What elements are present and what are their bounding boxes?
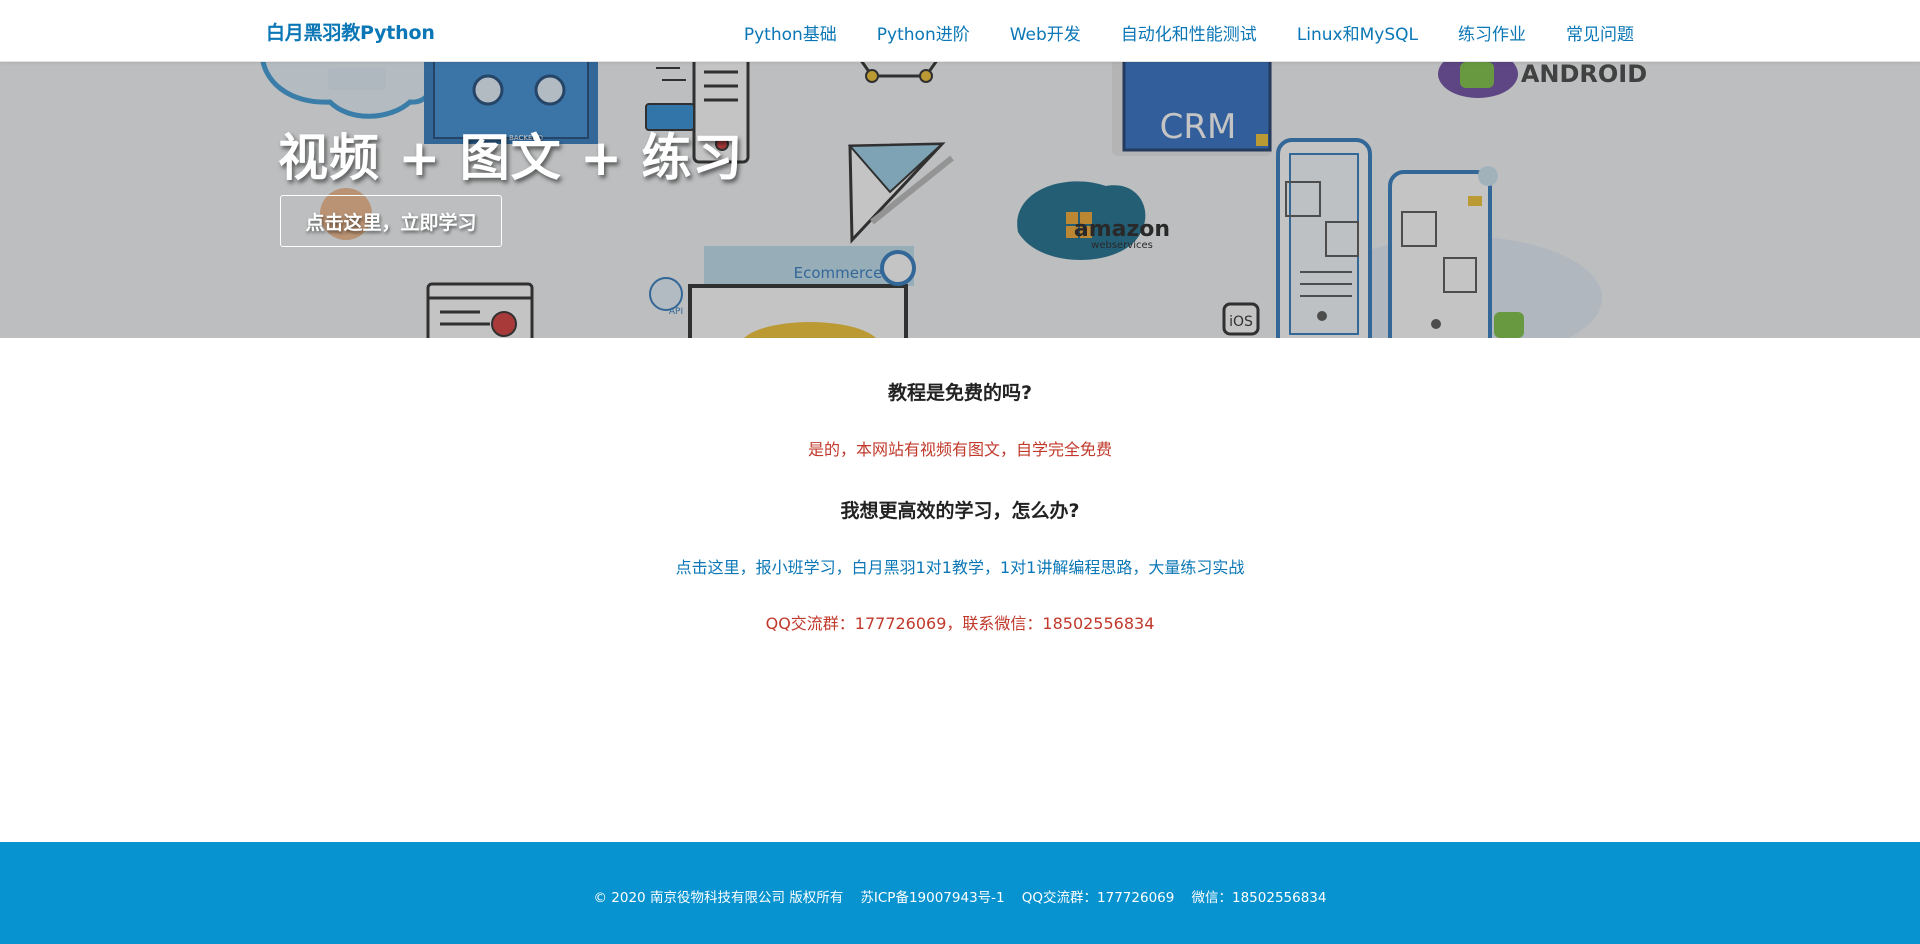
faq-question-efficient: 我想更高效的学习，怎么办?: [840, 500, 1080, 522]
faq-question-free: 教程是免费的吗?: [887, 382, 1033, 404]
top-navbar: 白月黑羽教Python Python基础 Python进阶 Web开发 自动化和…: [0, 0, 1920, 62]
small-class-signup-link[interactable]: 点击这里，报小班学习，白月黑羽1对1教学，1对1讲解编程思路，大量练习实战: [676, 558, 1245, 577]
site-logo-link[interactable]: 白月黑羽教Python: [266, 18, 435, 45]
nav-faq[interactable]: 常见问题: [1566, 20, 1634, 45]
footer-copyright: © 2020 南京役物科技有限公司 版权所有 苏ICP备19007943号-1 …: [593, 890, 1327, 906]
site-footer: © 2020 南京役物科技有限公司 版权所有 苏ICP备19007943号-1 …: [0, 842, 1920, 944]
contact-info: QQ交流群：177726069，联系微信：18502556834: [765, 614, 1155, 633]
nav-python-basics[interactable]: Python基础: [744, 20, 837, 45]
main-nav: Python基础 Python进阶 Web开发 自动化和性能测试 Linux和M…: [744, 20, 1634, 45]
faq-answer-efficient: 点击这里，报小班学习，白月黑羽1对1教学，1对1讲解编程思路，大量练习实战: [0, 554, 1920, 578]
nav-python-advanced[interactable]: Python进阶: [877, 20, 970, 45]
nav-linux-mysql[interactable]: Linux和MySQL: [1297, 20, 1418, 45]
start-learning-button[interactable]: 点击这里，立即学习: [280, 195, 502, 247]
faq-answer-free: 是的，本网站有视频有图文，自学完全免费: [807, 440, 1112, 459]
hero-title: 视频 + 图文 + 练习: [278, 129, 744, 187]
hero-banner: BACKEND CRM ANDROID amazon webservices i…: [0, 62, 1920, 338]
nav-exercises[interactable]: 练习作业: [1458, 20, 1526, 45]
nav-web-dev[interactable]: Web开发: [1010, 20, 1081, 45]
nav-automation-testing[interactable]: 自动化和性能测试: [1121, 20, 1257, 45]
